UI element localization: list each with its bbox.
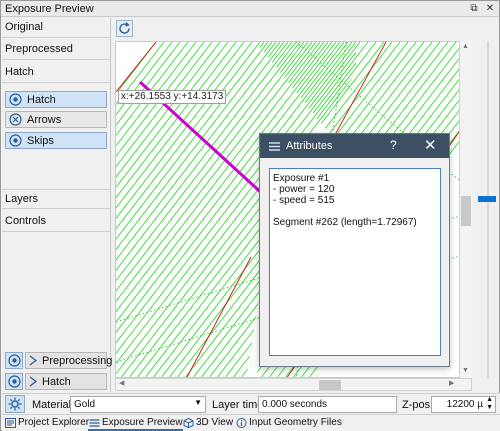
preprocessing-label: Preprocessing [42,355,113,367]
section-preprocessed-label: Preprocessed [5,43,73,55]
material-value: Gold [74,399,96,410]
cube-icon [183,418,194,428]
circle-x-icon [9,113,22,126]
preprocessing-button[interactable]: Preprocessing [25,352,112,369]
scroll-right-icon[interactable]: ▶ [449,379,454,387]
section-layers[interactable]: Layers [2,189,110,209]
list-icon [269,142,280,151]
close-icon[interactable]: ✕ [424,136,437,154]
toggle-arrows-label: Arrows [27,114,62,126]
section-controls-label: Controls [5,215,46,227]
exposure-preview-icon [89,419,100,427]
toggle-hatch-label: Hatch [27,94,56,106]
attribute-line: - power = 120 [273,184,335,195]
attributes-dialog-titlebar[interactable]: Attributes ? ✕ [260,134,449,158]
exposure-preview-window: Exposure Preview ⧉ ✕ Original Preprocess… [0,0,500,431]
window-title: Exposure Preview [5,3,94,15]
contour-line [186,256,252,377]
project-explorer-icon [5,418,16,428]
info-icon [236,418,247,428]
layer-slider-handle[interactable] [478,196,496,202]
section-original[interactable]: Original [2,18,110,38]
layer-time-field[interactable]: 0.000 seconds [258,396,397,413]
chevron-down-icon: ▼ [194,398,202,407]
gear-icon [8,397,22,411]
chevron-right-icon [29,355,38,366]
bottom-toolbar: Material Gold ▼ Layer time 0.000 seconds… [2,393,500,414]
toggle-hatch-button[interactable]: Hatch [5,91,107,108]
section-controls[interactable]: Controls [2,212,110,232]
zpos-label: Z-pos [402,399,431,411]
section-hatch-label: Hatch [5,66,34,78]
tab-3d-view[interactable]: 3D View [182,416,233,431]
horizontal-scrollbar[interactable]: ◀ ▶ [115,378,472,391]
tab-exposure-preview[interactable]: Exposure Preview [88,416,183,431]
hatch-visibility-toggle[interactable] [5,373,23,390]
section-hatch[interactable]: Hatch [2,63,110,83]
refresh-button[interactable] [116,20,133,37]
scroll-left-icon[interactable]: ◀ [119,379,124,387]
layer-time-value: 0.000 seconds [262,399,328,410]
tab-label: Exposure Preview [102,417,183,428]
attribute-line: - speed = 515 [273,195,335,206]
vertical-scroll-thumb[interactable] [461,196,471,226]
contour-line [116,42,157,93]
window-titlebar: Exposure Preview ⧉ ✕ [1,1,499,17]
eye-icon [8,354,21,367]
eye-icon [9,134,22,147]
layer-slider-track[interactable] [487,41,489,378]
attribute-line: Segment #262 (length=1.72967) [273,217,417,228]
float-icon[interactable]: ⧉ [467,2,481,15]
scroll-up-icon[interactable]: ▲ [462,43,469,50]
coordinate-readout: x:+26.1553 y:+14.3173 [118,90,227,104]
toggle-skips-button[interactable]: Skips [5,132,107,149]
spin-down-icon[interactable]: ▼ [486,404,493,411]
attribute-line: Exposure #1 [273,173,330,184]
hatch-bottom-label: Hatch [42,376,71,388]
spin-up-icon[interactable]: ▲ [486,396,493,403]
zpos-value: 12200 µ [446,399,483,410]
preprocessing-visibility-toggle[interactable] [5,352,23,369]
zpos-spinbox[interactable]: 12200 µ ▲ ▼ [431,396,496,413]
attributes-text: Exposure #1 - power = 120 - speed = 515 … [269,168,441,356]
layer-time-label: Layer time [212,399,264,411]
tab-project-explorer[interactable]: Project Explorer [4,416,89,431]
section-original-label: Original [5,21,43,33]
toggle-arrows-button[interactable]: Arrows [5,111,107,128]
section-preprocessed[interactable]: Preprocessed [2,40,110,60]
toggle-skips-label: Skips [27,135,54,147]
tab-label: 3D View [196,417,234,428]
refresh-icon [119,22,130,34]
close-icon[interactable]: ✕ [483,2,497,15]
help-button[interactable]: ? [390,138,397,152]
material-select[interactable]: Gold ▼ [70,396,206,413]
eye-icon [8,375,21,388]
settings-button[interactable] [5,395,25,413]
dock-tabs: Project Explorer Exposure Preview 3D Vie… [2,414,500,431]
chevron-right-icon [29,376,38,387]
hatch-bottom-button[interactable]: Hatch [25,373,107,390]
scroll-down-icon[interactable]: ▼ [462,367,469,374]
horizontal-scroll-thumb[interactable] [319,380,341,390]
attributes-dialog: Attributes ? ✕ Exposure #1 - power = 120… [259,133,450,367]
section-layers-label: Layers [5,193,39,205]
attributes-dialog-title: Attributes [286,140,333,152]
tab-label: Input Geometry Files [249,417,342,428]
attribute-line [273,206,437,217]
material-label: Material [32,399,72,411]
tab-label: Project Explorer [18,417,90,428]
tab-input-geometry-files[interactable]: Input Geometry Files [235,416,342,431]
left-panel: Original Preprocessed Hatch Hatch Arrows… [2,18,112,392]
vertical-scrollbar[interactable]: ▲ ▼ [459,41,472,378]
eye-icon [9,93,22,106]
